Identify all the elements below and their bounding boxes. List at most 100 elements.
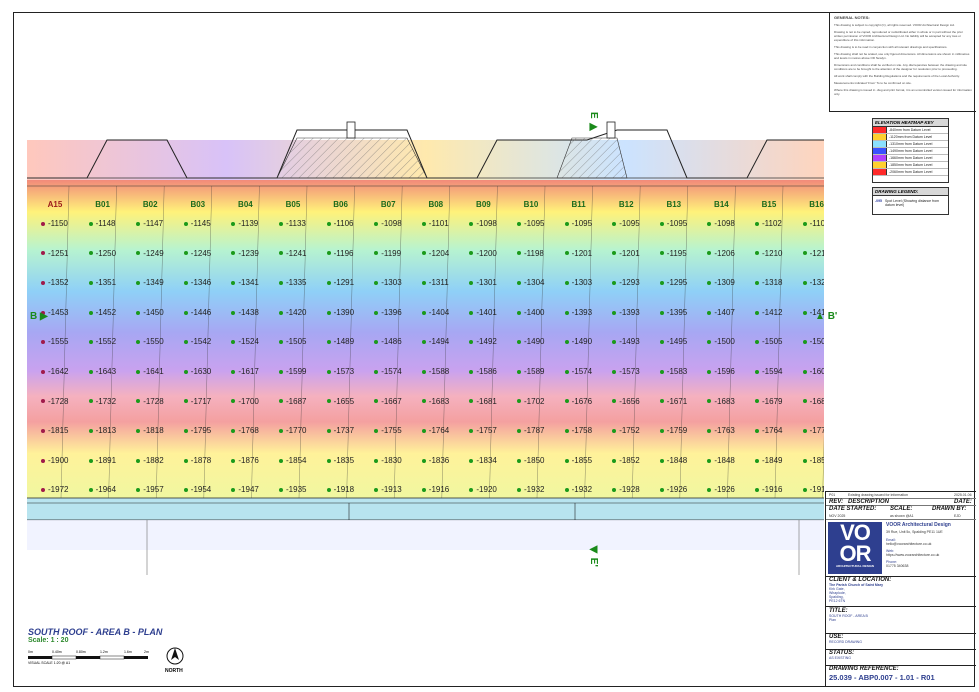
spot-level: -1245 — [183, 249, 211, 258]
spot-level-value: -1773 — [809, 426, 824, 436]
drawing-legend: DRAWING LEGEND: -095 Spot Level (Showing… — [872, 187, 949, 215]
heatmap-key-row: -1310mm from Datum Level — [873, 141, 948, 148]
spot-level-dot — [41, 221, 45, 226]
spot-level: -1318 — [755, 278, 782, 287]
spot-level-dot — [326, 340, 331, 345]
spot-level-dot — [517, 399, 521, 404]
spot-level-dot — [517, 429, 521, 434]
spot-level: -1932 — [517, 485, 544, 494]
spot-level: -1489 — [326, 337, 354, 346]
spot-level-value: -1928 — [619, 485, 640, 495]
spot-level-value: -1764 — [428, 426, 450, 436]
scale-tick: 0.40m — [52, 650, 62, 654]
spot-level: -1352 — [41, 278, 68, 287]
spot-level: -1679 — [755, 397, 782, 406]
spot-level: -1494 — [421, 337, 449, 346]
spot-level-value: -1916 — [762, 485, 783, 495]
spot-level-value: -1098 — [381, 219, 402, 228]
spot-level: -1717 — [183, 397, 211, 406]
spot-level-value: -1964 — [95, 485, 117, 495]
note-line: This drawing is to be read in conjunctio… — [834, 45, 948, 49]
spot-level-dot — [612, 488, 617, 493]
spot-level-dot — [88, 488, 93, 493]
column-header-b15: B15 — [761, 200, 777, 209]
spot-level-value: -1957 — [143, 485, 164, 495]
spot-level-value: -1919 — [809, 485, 824, 495]
spot-level: -1916 — [755, 485, 782, 494]
rev-label: REV: — [829, 499, 844, 505]
logo-bottom: OR — [839, 541, 872, 566]
spot-level-value: -1972 — [48, 485, 69, 495]
spot-level-value: -1199 — [381, 248, 402, 258]
spot-level-value: -1573 — [333, 367, 355, 376]
spot-level-value: -1393 — [571, 307, 593, 317]
spot-level: -1452 — [88, 308, 116, 317]
spot-level-dot — [326, 310, 331, 315]
spot-level-value: -1683 — [428, 396, 450, 406]
spot-level-value: -1095 — [666, 219, 688, 228]
heatmap-key-heading: ELEVATION HEATMAP KEY — [873, 119, 948, 127]
spot-level-dot — [707, 251, 712, 256]
spot-level-dot — [564, 429, 569, 434]
web-value[interactable]: https://www.voorarchitecture.co.uk — [886, 553, 974, 557]
spot-level-value: -1351 — [95, 278, 117, 288]
spot-level-value: -1438 — [238, 307, 259, 317]
spot-level-value: -1642 — [48, 367, 69, 376]
spot-level: -1241 — [279, 249, 306, 258]
spot-level-dot — [755, 310, 759, 315]
column-header-b06: B06 — [333, 200, 348, 209]
spot-level: -1972 — [41, 485, 68, 494]
spot-level-dot — [755, 458, 759, 463]
section-marker-e-label: E — [588, 112, 599, 119]
spot-level: -1573 — [612, 367, 640, 376]
spot-level-value: -1920 — [476, 485, 497, 495]
spot-level-dot — [326, 399, 331, 404]
spot-level-dot — [374, 369, 379, 374]
spot-level-dot — [659, 458, 664, 463]
spot-level: -1393 — [612, 307, 640, 317]
spot-level-dot — [469, 221, 474, 226]
spot-level-value: -1947 — [238, 485, 259, 495]
spot-level-value: -1763 — [714, 426, 735, 436]
status-value: AS EXISTING — [829, 656, 851, 660]
spot-level: -1346 — [183, 278, 211, 287]
spot-level: -1935 — [279, 485, 306, 494]
use-section: USE: RECORD DRAWING — [829, 634, 862, 644]
spot-level-dot — [279, 429, 283, 434]
spot-level: -1349 — [136, 278, 164, 287]
spot-level-value: -1849 — [762, 455, 783, 465]
spot-level-value: -1249 — [143, 248, 164, 258]
spot-level-value: -1404 — [428, 307, 450, 317]
spot-level: -1834 — [469, 456, 497, 465]
spot-level-dot — [374, 221, 379, 226]
spot-level-value: -1926 — [666, 485, 688, 495]
column-header-b02: B02 — [142, 200, 158, 209]
spot-level-dot — [183, 221, 188, 226]
spot-level-value: -1676 — [571, 396, 593, 406]
spot-level-dot — [279, 399, 283, 404]
spot-level-dot — [41, 340, 45, 345]
spot-level-value: -1251 — [48, 248, 69, 258]
spot-level: -1919 — [802, 485, 824, 495]
spot-level-dot — [802, 281, 807, 286]
spot-level-dot — [707, 488, 712, 493]
spot-level-value: -1293 — [619, 278, 640, 288]
section-marker-b-label: B — [30, 311, 38, 322]
spot-level: -1251 — [41, 249, 68, 258]
heatmap-swatch — [873, 127, 887, 133]
spot-level: -1830 — [374, 456, 402, 465]
spot-level-value: -1700 — [238, 396, 259, 406]
spot-level: -1599 — [279, 367, 306, 376]
spot-level-value: -1393 — [619, 307, 640, 317]
spot-level-dot — [421, 458, 426, 463]
email-value[interactable]: hello@voorarchitecture.co.uk — [886, 542, 974, 546]
spot-level-value: -1757 — [476, 426, 497, 436]
spot-level-value: -1848 — [666, 455, 688, 465]
heatmap-key-row: -1660mm from Datum Level — [873, 155, 948, 162]
spot-level: -1849 — [755, 456, 782, 465]
spot-level-value: -1098 — [714, 219, 735, 228]
spot-level: -1555 — [41, 337, 68, 346]
spot-level: -1486 — [374, 337, 402, 346]
spot-level: -1854 — [279, 456, 306, 465]
spot-level-value: -1787 — [524, 426, 545, 436]
